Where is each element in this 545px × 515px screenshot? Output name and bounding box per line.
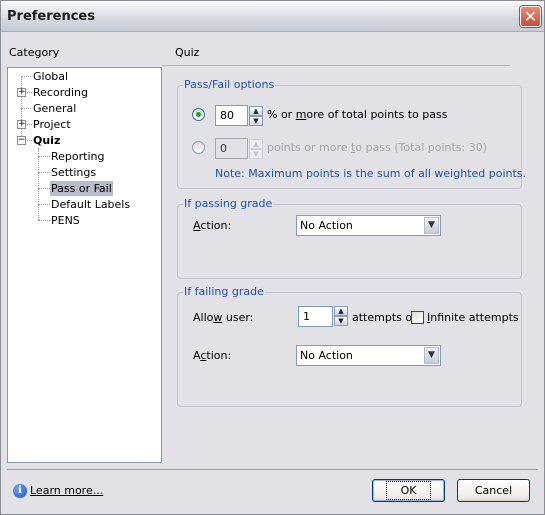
spin-up-icon[interactable]: ▲ xyxy=(249,106,263,116)
expand-icon[interactable]: + xyxy=(17,88,26,97)
tree-connector xyxy=(21,76,31,77)
spin-up-icon[interactable]: ▲ xyxy=(334,306,348,316)
close-button[interactable]: ✕ xyxy=(520,6,541,27)
spin-up-icon[interactable]: ▲ xyxy=(249,139,263,149)
expand-icon[interactable]: + xyxy=(17,120,26,129)
percent-input[interactable]: 80 xyxy=(215,105,248,126)
tree-item-project[interactable]: Project xyxy=(32,117,72,132)
passing-grade-group: If passing grade Action: No Action ▼ xyxy=(177,197,522,279)
collapse-icon[interactable]: − xyxy=(17,136,26,145)
category-tree[interactable]: Global + Recording General + Project − Q… xyxy=(7,67,162,463)
info-icon: i xyxy=(13,484,27,498)
passing-action-value: No Action xyxy=(300,219,353,232)
failing-action-value: No Action xyxy=(300,349,353,362)
tree-connector xyxy=(38,220,50,221)
passing-action-label: Action: xyxy=(193,219,232,232)
ok-label: OK xyxy=(385,481,432,500)
points-spinner[interactable]: ▲ ▼ xyxy=(249,139,263,159)
max-points-note: Note: Maximum points is the sum of all w… xyxy=(215,167,527,180)
failing-action-dropdown[interactable]: No Action ▼ xyxy=(296,345,441,366)
tree-item-default-labels[interactable]: Default Labels xyxy=(50,197,131,212)
spin-down-icon[interactable]: ▼ xyxy=(249,116,263,126)
failing-grade-title: If failing grade xyxy=(183,285,265,298)
points-option-label: points or more to pass (Total points: 30… xyxy=(267,141,488,154)
failing-grade-group: If failing grade Allow user: 1 ▲ ▼ attem… xyxy=(177,285,522,407)
pass-fail-options-title: Pass/Fail options xyxy=(183,78,276,91)
chevron-down-icon[interactable]: ▼ xyxy=(424,347,439,364)
points-input[interactable]: 0 xyxy=(215,138,248,159)
panel-title-separator xyxy=(162,65,510,66)
tree-item-settings[interactable]: Settings xyxy=(50,165,97,180)
points-radio[interactable] xyxy=(192,141,205,154)
tree-item-pass-or-fail[interactable]: Pass or Fail xyxy=(50,181,113,196)
cancel-button[interactable]: Cancel xyxy=(457,479,530,502)
category-label: Category xyxy=(9,46,60,59)
tree-connector xyxy=(38,148,39,220)
spin-down-icon[interactable]: ▼ xyxy=(249,149,263,159)
learn-more-link[interactable]: Learn more... xyxy=(30,484,103,497)
close-icon: ✕ xyxy=(523,7,538,26)
pass-fail-options-group: Pass/Fail options 80 ▲ ▼ % or more of to… xyxy=(177,78,526,189)
tree-item-general[interactable]: General xyxy=(32,101,77,116)
attempts-spinner[interactable]: ▲ ▼ xyxy=(334,306,348,326)
attempts-suffix: attempts or xyxy=(352,311,417,324)
percent-spinner[interactable]: ▲ ▼ xyxy=(249,106,263,126)
allow-user-label: Allow user: xyxy=(193,311,254,324)
tree-connector xyxy=(38,156,50,157)
ok-button[interactable]: OK xyxy=(372,479,445,502)
footer-separator xyxy=(7,469,538,470)
infinite-attempts-label[interactable]: Infinite attempts xyxy=(427,311,519,324)
window-title: Preferences xyxy=(7,9,95,24)
percent-radio[interactable] xyxy=(192,108,205,121)
failing-action-label: Action: xyxy=(193,349,232,362)
panel-title: Quiz xyxy=(175,46,200,59)
tree-item-pens[interactable]: PENS xyxy=(50,213,81,228)
tree-item-global[interactable]: Global xyxy=(32,69,69,84)
dialog-body: Category Quiz Global + Recording General… xyxy=(1,32,544,514)
chevron-down-icon[interactable]: ▼ xyxy=(424,217,439,234)
tree-connector xyxy=(38,204,50,205)
tree-connector xyxy=(38,172,50,173)
percent-option-label: % or more of total points to pass xyxy=(267,108,448,121)
tree-connector xyxy=(21,108,31,109)
title-bar[interactable]: Preferences ✕ xyxy=(1,1,544,32)
tree-item-recording[interactable]: Recording xyxy=(32,85,89,100)
preferences-dialog: Preferences ✕ Category Quiz Global + Rec… xyxy=(0,0,545,515)
passing-action-dropdown[interactable]: No Action ▼ xyxy=(296,215,441,236)
passing-grade-title: If passing grade xyxy=(183,197,274,210)
tree-item-reporting[interactable]: Reporting xyxy=(50,149,105,164)
spin-down-icon[interactable]: ▼ xyxy=(334,316,348,326)
attempts-input[interactable]: 1 xyxy=(298,306,333,327)
infinite-attempts-checkbox[interactable] xyxy=(411,311,424,324)
tree-item-quiz[interactable]: Quiz xyxy=(32,133,61,148)
tree-connector xyxy=(38,188,50,189)
